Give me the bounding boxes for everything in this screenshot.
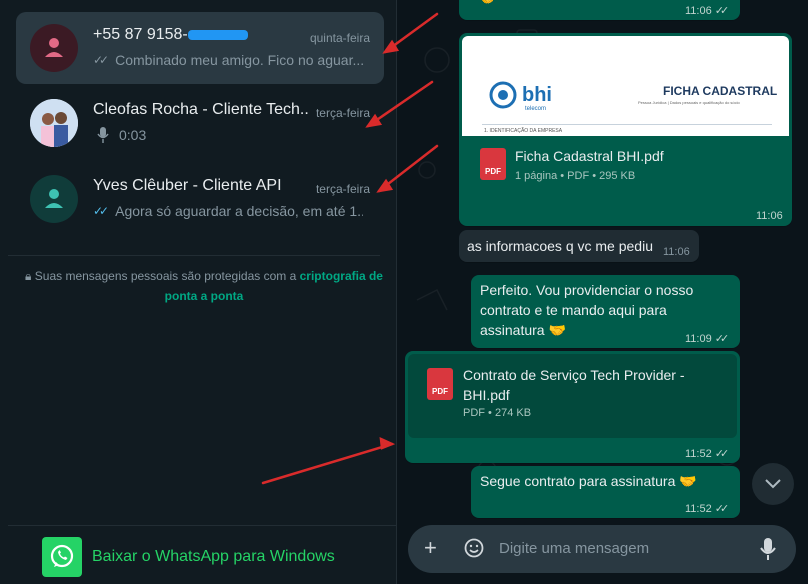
- message-time: 11:52 ✓✓: [685, 503, 729, 515]
- message-time: 11:06: [756, 210, 783, 222]
- message-input[interactable]: Digite uma mensagem: [499, 540, 649, 557]
- divider: [8, 255, 380, 256]
- chat-time: terça-feira: [315, 182, 370, 196]
- preview-subtitle: Pessoa Jurídica | Dados pessoais e quali…: [638, 100, 740, 105]
- default-contact-icon: [45, 38, 63, 57]
- chat-preview: ✓✓ Agora só aguardar a decisão, em até 1.…: [93, 203, 363, 219]
- message-time: 11:52 ✓✓: [685, 448, 729, 460]
- message-bubble-outgoing[interactable]: 🤝 11:06 ✓✓: [459, 0, 740, 20]
- preview-brand: bhi: [522, 84, 552, 106]
- chevron-down-icon: [765, 479, 781, 489]
- message-bubble-outgoing[interactable]: Segue contrato para assinatura 🤝 11:52 ✓…: [471, 466, 740, 518]
- message-time: 11:09 ✓✓: [685, 333, 729, 345]
- download-windows-link[interactable]: Baixar o WhatsApp para Windows: [42, 537, 335, 577]
- message-time: 11:06 ✓✓: [685, 5, 729, 17]
- chat-time: terça-feira: [315, 106, 370, 120]
- handshake-emoji: 🤝: [479, 0, 496, 7]
- preview-section: 1. IDENTIFICAÇÃO DA EMPRESA: [484, 128, 563, 134]
- document-meta: 1 página • PDF • 295 KB: [515, 170, 636, 182]
- message-text: Perfeito. Vou providenciar o nosso contr…: [480, 282, 694, 338]
- chat-item-1[interactable]: +55 87 9158- quinta-feira ✓✓ Combinado me…: [16, 12, 384, 84]
- download-label: Baixar o WhatsApp para Windows: [92, 548, 335, 565]
- chat-name: Cleofas Rocha - Cliente Tech...: [93, 101, 308, 118]
- chat-item-2[interactable]: Cleofas Rocha - Cliente Tech... terça-fe…: [16, 87, 384, 159]
- encryption-notice: 🔒︎ Suas mensagens pessoais são protegida…: [25, 269, 383, 303]
- chat-list-panel: +55 87 9158- quinta-feira ✓✓ Combinado me…: [0, 0, 397, 584]
- message-text: Segue contrato para assinatura 🤝: [480, 473, 697, 489]
- avatar: [30, 99, 78, 147]
- divider: [8, 525, 396, 526]
- message-composer: + Digite uma mensagem: [408, 525, 796, 573]
- double-check-icon: ✓✓: [93, 204, 109, 218]
- avatar-photo: [30, 99, 78, 147]
- redaction-scribble: [187, 29, 248, 40]
- document-meta: PDF • 274 KB: [463, 407, 532, 419]
- document-message[interactable]: bhi telecom FICHA CADASTRAL Pessoa Juríd…: [459, 33, 792, 226]
- chat-item-3[interactable]: Yves Clêuber - Cliente API terça-feira ✓…: [16, 163, 384, 235]
- preview-brand-sub: telecom: [525, 106, 547, 112]
- attach-plus-icon[interactable]: +: [424, 536, 437, 560]
- chat-name: Yves Clêuber - Cliente API: [93, 177, 282, 194]
- avatar: [30, 24, 78, 72]
- default-contact-icon: [45, 189, 63, 208]
- sticker-emoji-icon[interactable]: [464, 538, 484, 558]
- mic-icon[interactable]: [760, 537, 776, 561]
- double-check-icon: ✓✓: [93, 53, 109, 67]
- bhi-logo-icon: [489, 81, 517, 109]
- whatsapp-logo-icon: [42, 537, 82, 577]
- chat-time: quinta-feira: [309, 31, 370, 45]
- mic-icon: [97, 127, 109, 143]
- chat-preview: 0:03: [93, 127, 363, 143]
- preview-rule: [482, 124, 772, 125]
- message-bubble-incoming[interactable]: as informacoes q vc me pediu 11:06: [459, 230, 699, 262]
- scroll-to-bottom-button[interactable]: [752, 463, 794, 505]
- preview-title: FICHA CADASTRAL: [663, 84, 778, 98]
- document-name: Ficha Cadastral BHI.pdf: [515, 148, 664, 164]
- message-text: as informacoes q vc me pediu: [467, 238, 653, 254]
- pdf-file-icon: PDF: [480, 148, 506, 180]
- message-bubble-outgoing[interactable]: Perfeito. Vou providenciar o nosso contr…: [471, 275, 740, 348]
- document-message[interactable]: PDF Contrato de Serviço Tech Provider - …: [405, 351, 740, 463]
- chat-name: +55 87 9158-: [93, 26, 308, 44]
- pdf-file-icon: PDF: [427, 368, 453, 400]
- message-time: 11:06: [663, 246, 690, 258]
- document-name: Contrato de Serviço Tech Provider - BHI.…: [463, 367, 685, 403]
- document-thumbnail[interactable]: bhi telecom FICHA CADASTRAL Pessoa Juríd…: [462, 36, 789, 136]
- avatar: [30, 175, 78, 223]
- lock-icon: 🔒︎: [25, 269, 32, 283]
- chat-preview: ✓✓ Combinado meu amigo. Fico no aguar...: [93, 52, 363, 68]
